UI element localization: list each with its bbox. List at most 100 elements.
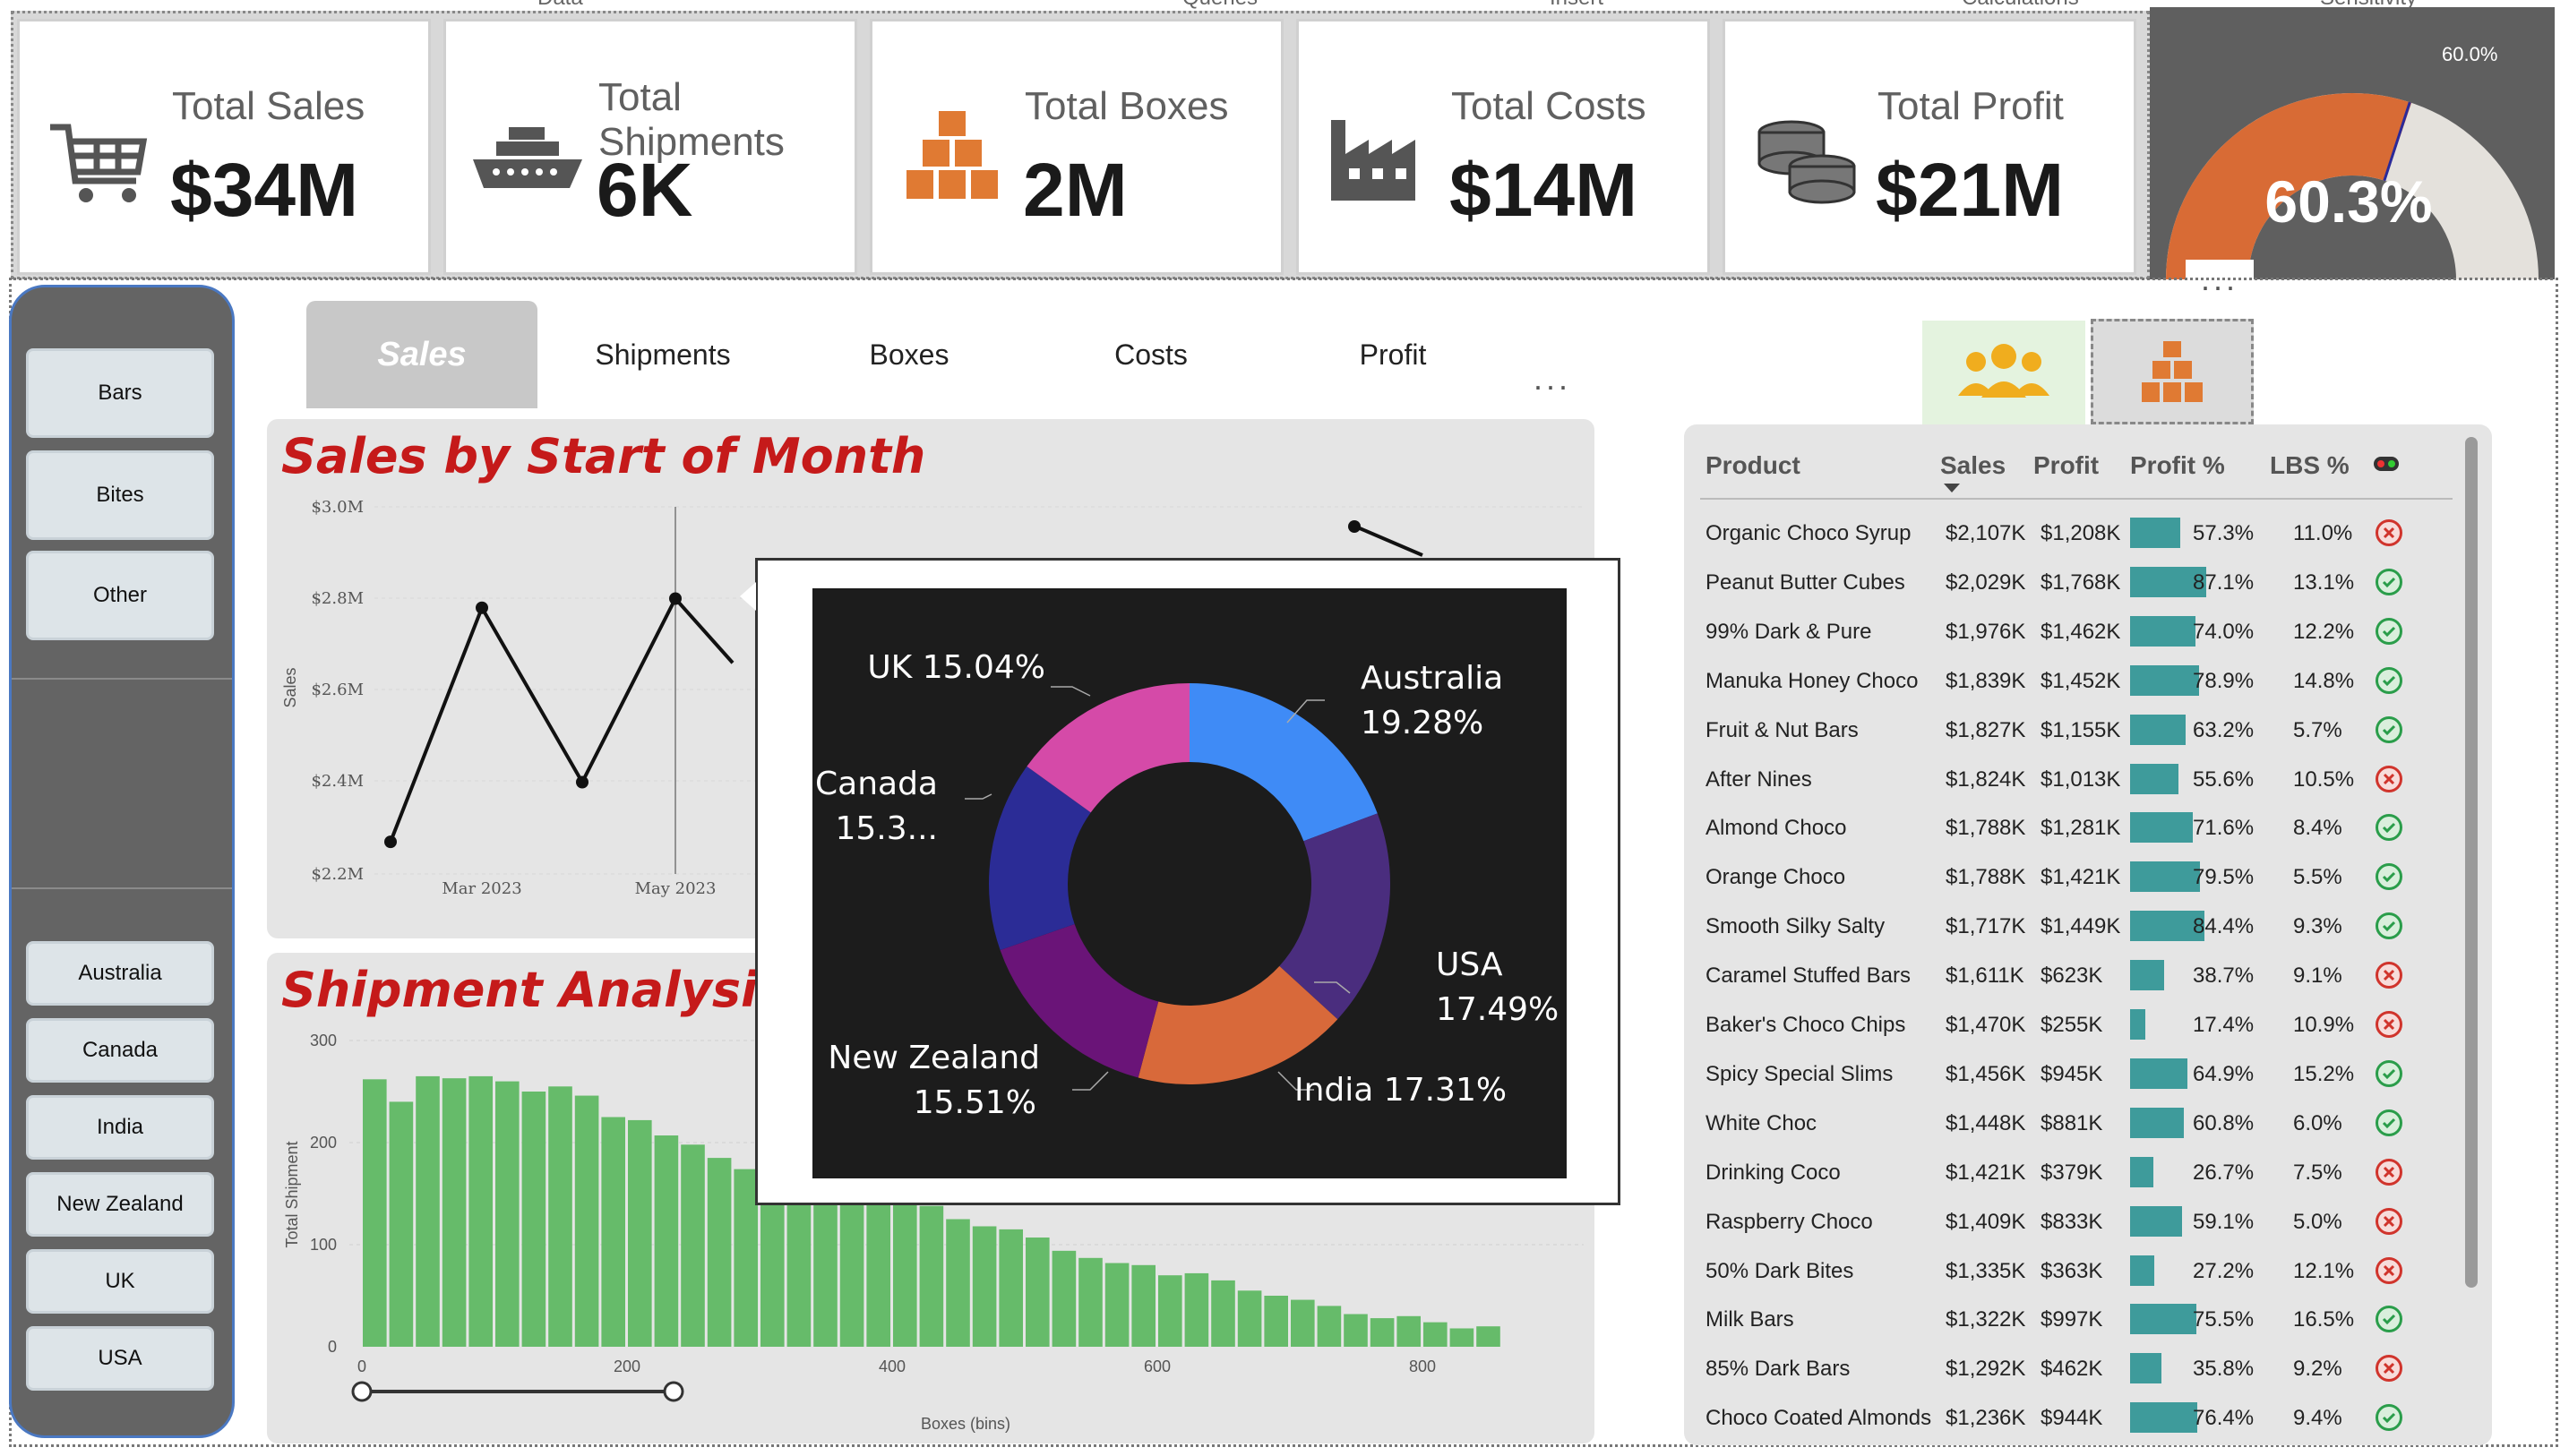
histogram-bar[interactable]	[654, 1135, 679, 1347]
donut-slice-australia[interactable]	[1190, 683, 1378, 842]
range-slider-handle-min[interactable]	[351, 1381, 373, 1402]
table-row[interactable]: Almond Choco $1,788K $1,281K 71.6% 8.4%	[1684, 803, 2454, 852]
table-row[interactable]: Fruit & Nut Bars $1,827K $1,155K 63.2% 5.7%	[1684, 706, 2454, 755]
data-point[interactable]	[384, 835, 397, 849]
histogram-bar[interactable]	[574, 1095, 599, 1347]
histogram-bar[interactable]	[363, 1079, 387, 1347]
histogram-bar[interactable]	[734, 1169, 758, 1347]
table-row[interactable]: Raspberry Choco $1,409K $833K 59.1% 5.0%	[1684, 1197, 2454, 1246]
col-header-product[interactable]: Product	[1706, 451, 1800, 480]
histogram-bar[interactable]	[521, 1092, 546, 1347]
table-row[interactable]: Spicy Special Slims $1,456K $945K 64.9% 15.2…	[1684, 1049, 2454, 1099]
histogram-bar[interactable]	[1317, 1306, 1342, 1347]
country-donut-chart[interactable]: Australia 19.28% USA 17.49% India 17.31%…	[812, 588, 1567, 1178]
slicer-item-canada[interactable]: Canada	[26, 1018, 214, 1083]
menu-calculations[interactable]: Calculations	[1962, 0, 2079, 9]
histogram-bar[interactable]	[1237, 1290, 1262, 1347]
histogram-bar[interactable]	[972, 1226, 997, 1347]
table-row[interactable]: Peanut Butter Cubes $2,029K $1,768K 87.1% 13…	[1684, 558, 2454, 607]
tab-shipments[interactable]: Shipments	[573, 301, 752, 408]
data-point[interactable]	[1348, 520, 1361, 533]
slicer-item-bites[interactable]: Bites	[26, 450, 214, 540]
table-row[interactable]: 99% Dark & Pure $1,976K $1,462K 74.0% 12.2%	[1684, 607, 2454, 656]
histogram-bar[interactable]	[1344, 1314, 1368, 1347]
histogram-bar[interactable]	[1104, 1263, 1130, 1347]
histogram-bar[interactable]	[681, 1144, 705, 1347]
table-row[interactable]: Smooth Silky Salty $1,717K $1,449K 84.4% 9.3…	[1684, 902, 2454, 951]
profit-margin-gauge[interactable]: 60.0% 60.3%	[2150, 7, 2555, 280]
table-row[interactable]: 85% Dark Bars $1,292K $462K 35.8% 9.2%	[1684, 1344, 2454, 1393]
histogram-bar[interactable]	[893, 1197, 917, 1347]
col-header-sales[interactable]: Sales	[1940, 451, 2006, 480]
histogram-bar[interactable]	[839, 1183, 864, 1347]
histogram-bar[interactable]	[1211, 1280, 1235, 1347]
kpi-card-total-sales[interactable]: Total Sales $34M	[17, 19, 431, 275]
country-share-popup[interactable]: Australia 19.28% USA 17.49% India 17.31%…	[755, 558, 1620, 1205]
table-scrollbar[interactable]	[2465, 437, 2478, 1288]
tab-profit[interactable]: Profit	[1308, 301, 1478, 408]
histogram-bar[interactable]	[389, 1101, 414, 1347]
histogram-bar[interactable]	[1264, 1296, 1288, 1347]
slicer-item-india[interactable]: India	[26, 1095, 214, 1160]
table-row[interactable]: After Nines $1,824K $1,013K 55.6% 10.5%	[1684, 755, 2454, 804]
slicer-item-australia[interactable]: Australia	[26, 941, 214, 1006]
sort-desc-icon[interactable]	[1944, 484, 1960, 492]
histogram-bar[interactable]	[468, 1075, 493, 1347]
boxes-view-button[interactable]	[2091, 319, 2254, 424]
menu-insert[interactable]: Insert	[1550, 0, 1603, 9]
histogram-bar[interactable]	[1476, 1326, 1500, 1347]
histogram-bar[interactable]	[1131, 1264, 1156, 1347]
table-row[interactable]: Orange Choco $1,788K $1,421K 79.5% 5.5%	[1684, 852, 2454, 902]
histogram-bar[interactable]	[1078, 1257, 1103, 1347]
histogram-bar[interactable]	[548, 1086, 572, 1347]
slicer-item-other[interactable]: Other	[26, 551, 214, 640]
histogram-bar[interactable]	[946, 1219, 970, 1348]
histogram-bar[interactable]	[1291, 1299, 1315, 1347]
kpi-card-total-boxes[interactable]: Total Boxes 2M	[870, 19, 1284, 275]
tab-costs[interactable]: Costs	[1066, 301, 1236, 408]
histogram-bar[interactable]	[1423, 1322, 1448, 1347]
histogram-bar[interactable]	[1184, 1272, 1209, 1347]
histogram-bar[interactable]	[919, 1205, 944, 1347]
table-row[interactable]: Choco Coated Almonds $1,236K $944K 76.4% 9.4…	[1684, 1393, 2454, 1443]
customers-view-button[interactable]	[1922, 321, 2085, 424]
table-row[interactable]: Caramel Stuffed Bars $1,611K $623K 38.7% 9.1…	[1684, 951, 2454, 1000]
table-row[interactable]: Drinking Coco $1,421K $379K 26.7% 7.5%	[1684, 1148, 2454, 1197]
histogram-bar[interactable]	[495, 1081, 520, 1347]
histogram-bar[interactable]	[628, 1119, 652, 1347]
histogram-bar[interactable]	[707, 1158, 732, 1347]
tabs-more-icon[interactable]: ...	[1534, 360, 1571, 398]
tab-boxes[interactable]: Boxes	[824, 301, 994, 408]
col-header-profit-pct[interactable]: Profit %	[2130, 451, 2225, 480]
histogram-bar[interactable]	[416, 1075, 440, 1347]
histogram-bar[interactable]	[1370, 1318, 1395, 1347]
kpi-card-total-profit[interactable]: Total Profit $21M	[1723, 19, 2136, 275]
range-slider-handle-max[interactable]	[663, 1381, 684, 1402]
kpi-card-total-costs[interactable]: Total Costs $14M	[1296, 19, 1710, 275]
table-row[interactable]: Organic Choco Syrup $2,107K $1,208K 57.3% 11…	[1684, 509, 2454, 558]
histogram-bar[interactable]	[601, 1117, 625, 1348]
histogram-bar[interactable]	[1449, 1328, 1474, 1347]
slicer-item-uk[interactable]: UK	[26, 1249, 214, 1314]
table-row[interactable]: White Choc $1,448K $881K 60.8% 6.0%	[1684, 1099, 2454, 1148]
table-row[interactable]: Baker's Choco Chips $1,470K $255K 17.4% 10.9…	[1684, 1000, 2454, 1049]
data-point[interactable]	[669, 592, 682, 605]
histogram-bar[interactable]	[1396, 1315, 1421, 1347]
col-header-lbs-pct[interactable]: LBS %	[2270, 451, 2350, 480]
col-header-profit[interactable]: Profit	[2033, 451, 2099, 480]
table-row[interactable]: Manuka Honey Choco $1,839K $1,452K 78.9% 14.…	[1684, 656, 2454, 706]
kpi-card-total-shipments[interactable]: Total Shipments 6K	[443, 19, 857, 275]
histogram-bar[interactable]	[442, 1078, 467, 1347]
table-row[interactable]: 50% Dark Bites $1,335K $363K 27.2% 12.1%	[1684, 1246, 2454, 1296]
data-point[interactable]	[576, 775, 589, 789]
histogram-bar[interactable]	[1026, 1238, 1050, 1347]
menu-queries[interactable]: Queries	[1182, 0, 1258, 9]
slicer-item-bars[interactable]: Bars	[26, 348, 214, 438]
histogram-bar[interactable]	[1158, 1275, 1182, 1347]
slicer-item-usa[interactable]: USA	[26, 1326, 214, 1391]
menu-data[interactable]: Data	[537, 0, 583, 9]
data-point[interactable]	[476, 601, 488, 614]
histogram-bar[interactable]	[1052, 1250, 1077, 1347]
slicer-item-new-zealand[interactable]: New Zealand	[26, 1172, 214, 1237]
table-row[interactable]: Milk Bars $1,322K $997K 75.5% 16.5%	[1684, 1295, 2454, 1344]
